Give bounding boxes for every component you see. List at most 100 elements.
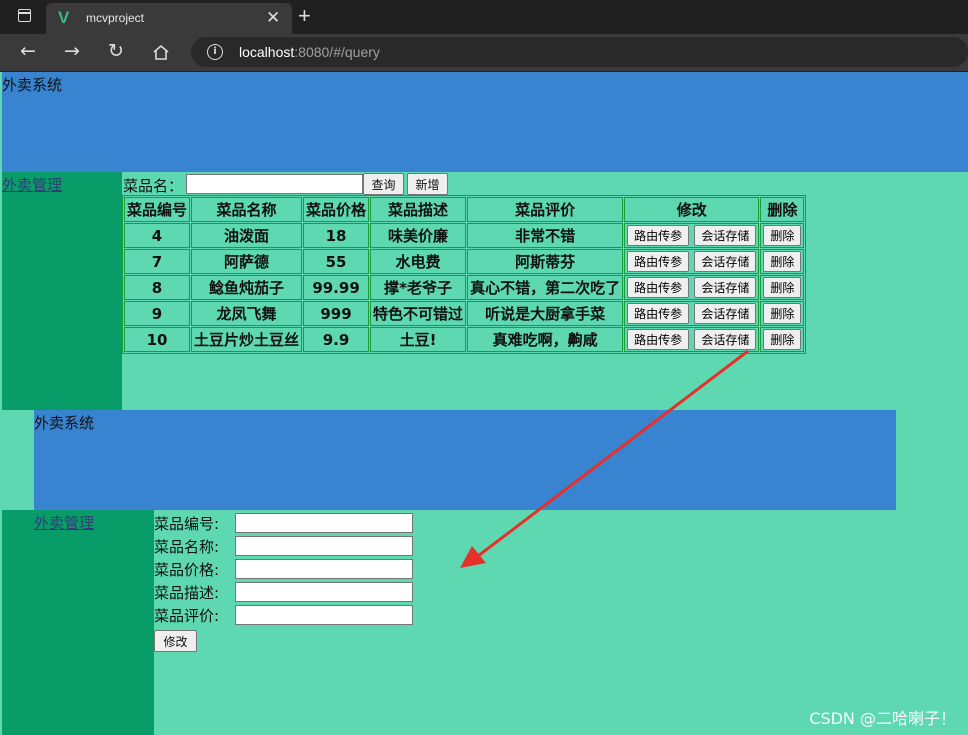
dish-table: 菜品编号 菜品名称 菜品价格 菜品描述 菜品评价 修改 删除 4 油泼面 18 … <box>122 195 807 354</box>
cell-delete: 删除 <box>760 275 805 300</box>
submit-edit-button[interactable]: 修改 <box>154 630 197 652</box>
col-header-name: 菜品名称 <box>191 197 303 222</box>
table-row: 10 土豆片炒土豆丝 9.9 土豆! 真难吃啊，齁咸 路由传参 会话存储 删除 <box>124 327 805 352</box>
browser-tab[interactable]: V mcvproject ✕ <box>46 3 292 34</box>
delete-button[interactable]: 删除 <box>763 303 802 324</box>
header-title: 外卖系统 <box>2 76 63 94</box>
home-icon[interactable] <box>152 44 170 61</box>
close-tab-icon[interactable]: ✕ <box>266 8 280 28</box>
address-bar-row: ← → ↻ i localhost:8080/#/query <box>0 34 968 72</box>
url-field[interactable]: i localhost:8080/#/query <box>191 37 968 67</box>
cell-edit: 路由传参 会话存储 <box>624 301 760 326</box>
dish-review-field[interactable] <box>235 605 413 625</box>
delete-button[interactable]: 删除 <box>763 329 802 350</box>
page-header-edit: 外卖系统 <box>34 410 896 510</box>
cell-name: 土豆片炒土豆丝 <box>191 327 303 352</box>
col-header-id: 菜品编号 <box>124 197 191 222</box>
cell-price: 99.99 <box>303 275 370 300</box>
form-row-id: 菜品编号: <box>154 512 413 535</box>
cell-delete: 删除 <box>760 301 805 326</box>
session-storage-button[interactable]: 会话存储 <box>694 329 757 350</box>
delete-button[interactable]: 删除 <box>763 277 802 298</box>
sidebar-edit: 外卖管理 <box>2 510 154 735</box>
table-row: 4 油泼面 18 味美价廉 非常不错 路由传参 会话存储 删除 <box>124 223 805 248</box>
cell-id: 7 <box>124 249 191 274</box>
cell-edit: 路由传参 会话存储 <box>624 275 760 300</box>
new-tab-button[interactable]: + <box>298 3 311 29</box>
cell-review: 听说是大厨拿手菜 <box>467 301 624 326</box>
dish-name-search-input[interactable] <box>186 174 363 194</box>
cell-delete: 删除 <box>760 223 805 248</box>
dish-id-label: 菜品编号: <box>154 515 220 533</box>
refresh-icon[interactable]: ↻ <box>108 40 124 62</box>
form-row-name: 菜品名称: <box>154 535 413 558</box>
dish-id-field[interactable] <box>235 513 413 533</box>
table-header-row: 菜品编号 菜品名称 菜品价格 菜品描述 菜品评价 修改 删除 <box>124 197 805 222</box>
col-header-review: 菜品评价 <box>467 197 624 222</box>
table-row: 7 阿萨德 55 水电费 阿斯蒂芬 路由传参 会话存储 删除 <box>124 249 805 274</box>
cell-edit: 路由传参 会话存储 <box>624 249 760 274</box>
tab-actions-icon[interactable] <box>18 9 31 22</box>
forward-icon[interactable]: → <box>64 40 80 62</box>
delete-button[interactable]: 删除 <box>763 225 802 246</box>
cell-price: 9.9 <box>303 327 370 352</box>
cell-delete: 删除 <box>760 327 805 352</box>
cell-desc: 水电费 <box>370 249 467 274</box>
route-param-button[interactable]: 路由传参 <box>627 225 690 246</box>
cell-delete: 删除 <box>760 249 805 274</box>
sidebar-link-manage[interactable]: 外卖管理 <box>2 174 62 195</box>
session-storage-button[interactable]: 会话存储 <box>694 251 757 272</box>
cell-desc: 味美价廉 <box>370 223 467 248</box>
sidebar: 外卖管理 <box>2 172 122 410</box>
query-button[interactable]: 查询 <box>363 173 404 195</box>
route-param-button[interactable]: 路由传参 <box>627 303 690 324</box>
browser-tab-bar: V mcvproject ✕ + <box>0 0 968 34</box>
search-label: 菜品名： <box>123 177 184 195</box>
table-row: 8 鲶鱼炖茄子 99.99 撑*老爷子 真心不错，第二次吃了 路由传参 会话存储… <box>124 275 805 300</box>
edit-dish-form: 菜品编号: 菜品名称: 菜品价格: 菜品描述: 菜品评价: 修改 <box>154 512 413 652</box>
dish-name-label: 菜品名称: <box>154 538 220 556</box>
page-header: 外卖系统 <box>2 72 968 172</box>
session-storage-button[interactable]: 会话存储 <box>694 225 757 246</box>
route-param-button[interactable]: 路由传参 <box>627 329 690 350</box>
dish-price-label: 菜品价格: <box>154 561 220 579</box>
url-text: localhost:8080/#/query <box>239 44 380 60</box>
cell-name: 油泼面 <box>191 223 303 248</box>
cell-name: 阿萨德 <box>191 249 303 274</box>
form-row-review: 菜品评价: <box>154 604 413 627</box>
session-storage-button[interactable]: 会话存储 <box>694 277 757 298</box>
add-button[interactable]: 新增 <box>407 173 448 195</box>
watermark: CSDN @二哈喇子！ <box>809 709 956 728</box>
form-row-desc: 菜品描述: <box>154 581 413 604</box>
dish-desc-field[interactable] <box>235 582 413 602</box>
col-header-delete: 删除 <box>760 197 805 222</box>
route-param-button[interactable]: 路由传参 <box>627 251 690 272</box>
session-storage-button[interactable]: 会话存储 <box>694 303 757 324</box>
cell-price: 18 <box>303 223 370 248</box>
cell-review: 阿斯蒂芬 <box>467 249 624 274</box>
cell-name: 龙凤飞舞 <box>191 301 303 326</box>
cell-id: 10 <box>124 327 191 352</box>
col-header-price: 菜品价格 <box>303 197 370 222</box>
back-icon[interactable]: ← <box>20 40 36 62</box>
cell-name: 鲶鱼炖茄子 <box>191 275 303 300</box>
cell-desc: 撑*老爷子 <box>370 275 467 300</box>
cell-review: 非常不错 <box>467 223 624 248</box>
cell-price: 55 <box>303 249 370 274</box>
cell-edit: 路由传参 会话存储 <box>624 327 760 352</box>
dish-desc-label: 菜品描述: <box>154 584 220 602</box>
cell-id: 8 <box>124 275 191 300</box>
cell-review: 真心不错，第二次吃了 <box>467 275 624 300</box>
header-title: 外卖系统 <box>34 414 95 432</box>
delete-button[interactable]: 删除 <box>763 251 802 272</box>
dish-name-field[interactable] <box>235 536 413 556</box>
cell-id: 4 <box>124 223 191 248</box>
sidebar-link-manage[interactable]: 外卖管理 <box>34 512 94 533</box>
table-row: 9 龙凤飞舞 999 特色不可错过 听说是大厨拿手菜 路由传参 会话存储 删除 <box>124 301 805 326</box>
route-param-button[interactable]: 路由传参 <box>627 277 690 298</box>
dish-price-field[interactable] <box>235 559 413 579</box>
tab-title: mcvproject <box>86 11 145 25</box>
cell-edit: 路由传参 会话存储 <box>624 223 760 248</box>
cell-desc: 土豆! <box>370 327 467 352</box>
info-icon[interactable]: i <box>207 44 223 60</box>
